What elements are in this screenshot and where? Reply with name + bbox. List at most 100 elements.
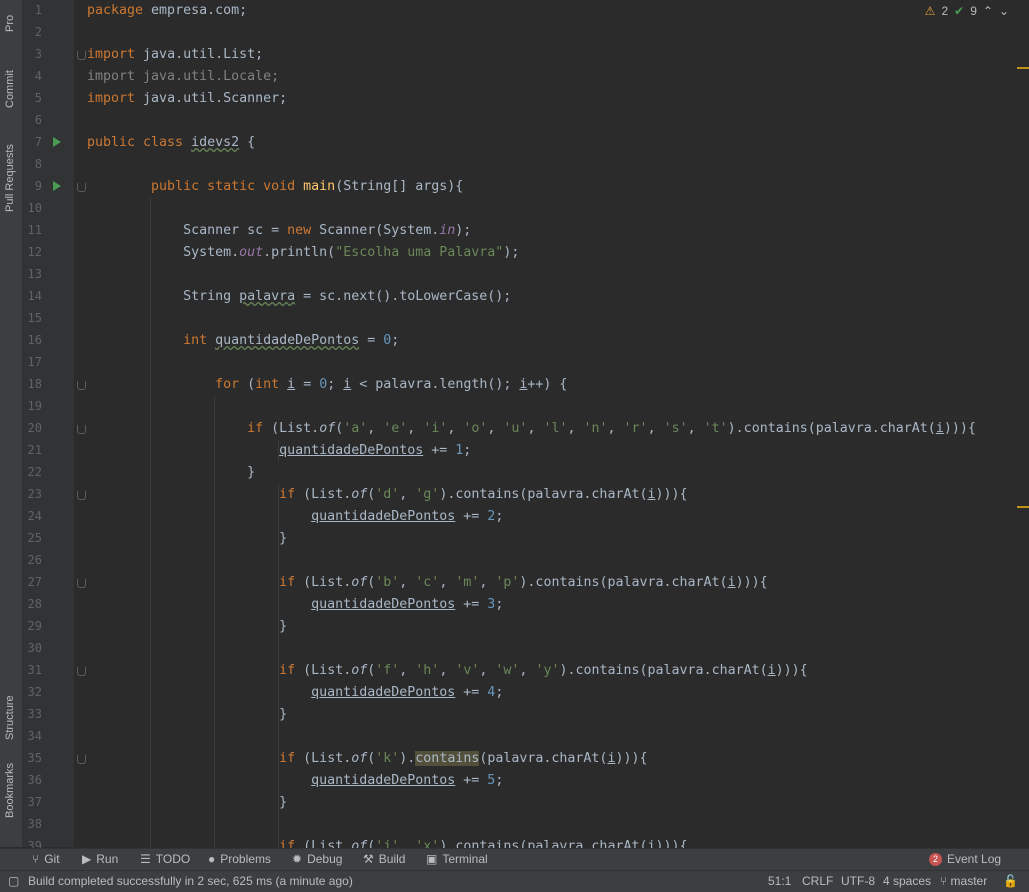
check-count: 9 [970,4,977,18]
line-number[interactable]: 26 [22,553,42,567]
code-line: } [87,531,288,546]
line-number[interactable]: 12 [22,245,42,259]
line-number[interactable]: 17 [22,355,42,369]
line-number[interactable]: 21 [22,443,42,457]
event-log-label: Event Log [947,852,1002,866]
line-number[interactable]: 22 [22,465,42,479]
build-tool-button[interactable]: ⚒ Build [363,852,405,866]
code-line: import java.util.Scanner; [87,91,288,106]
line-number[interactable]: 24 [22,509,42,523]
code-line: import java.util.List; [87,47,264,62]
chevron-down-icon[interactable]: ⌄ [999,4,1009,18]
line-number[interactable]: 10 [22,201,42,215]
line-number[interactable]: 20 [22,421,42,435]
fold-icon[interactable] [77,667,86,676]
status-message[interactable]: Build completed successfully in 2 sec, 6… [28,874,353,888]
line-number[interactable]: 34 [22,729,42,743]
code-line: if (List.of('k').contains(palavra.charAt… [279,751,648,766]
warning-marker[interactable] [1017,506,1029,508]
file-encoding[interactable]: UTF-8 [841,874,875,888]
run-tool-button[interactable]: ▶ Run [82,852,118,866]
branch-icon: ⑂ [940,874,948,888]
line-number[interactable]: 23 [22,487,42,501]
code-line: import java.util.Locale; [87,69,280,84]
git-branch-icon: ⑂ [32,852,40,866]
line-number[interactable]: 31 [22,663,42,677]
bookmarks-tab-label: Bookmarks [4,762,16,818]
line-number[interactable]: 1 [22,3,42,17]
code-line: if (List.of('f', 'h', 'v', 'w', 'y').con… [279,663,808,678]
problems-tool-button[interactable]: ● Problems [208,852,271,866]
line-number[interactable]: 5 [22,91,42,105]
code-line: } [87,795,288,810]
line-number[interactable]: 38 [22,817,42,831]
code-line: String palavra = sc.next().toLowerCase()… [87,289,512,304]
line-number[interactable]: 14 [22,289,42,303]
line-number[interactable]: 8 [22,157,42,171]
code-line: } [87,619,288,634]
code-line: quantidadeDePontos += 5; [311,773,504,788]
tool-window-bar: ⑂ Git ▶ Run ☰ TODO ● Problems ✹ Debug ⚒ … [0,848,1029,871]
fold-icon[interactable] [77,183,86,192]
chevron-up-icon[interactable]: ⌃ [983,4,993,18]
fold-icon[interactable] [77,491,86,500]
run-main-icon[interactable] [53,181,61,191]
line-number[interactable]: 2 [22,25,42,39]
vcs-branch[interactable]: ⑂ master [940,874,987,888]
panel-toggle-icon[interactable]: ▢ [8,874,19,888]
line-number[interactable]: 6 [22,113,42,127]
problems-label: Problems [220,852,271,866]
build-label: Build [378,852,406,866]
code-line: Scanner sc = new Scanner(System.in); [87,223,472,238]
debug-tool-button[interactable]: ✹ Debug [292,852,342,866]
warning-marker[interactable] [1017,67,1029,69]
todo-tool-button[interactable]: ☰ TODO [140,852,190,866]
fold-icon[interactable] [77,51,86,60]
line-number[interactable]: 27 [22,575,42,589]
line-number[interactable]: 25 [22,531,42,545]
commit-tab-label: Commit [4,70,16,108]
line-number[interactable]: 3 [22,47,42,61]
code-line: quantidadeDePontos += 1; [279,443,472,458]
event-log-button[interactable]: 2 Event Log [929,852,1001,866]
terminal-tool-button[interactable]: ▣ Terminal [426,852,488,866]
run-class-icon[interactable] [53,137,61,147]
fold-icon[interactable] [77,755,86,764]
code-line: if (List.of('d', 'g').contains(palavra.c… [279,487,688,502]
git-tool-button[interactable]: ⑂ Git [32,852,60,866]
line-number[interactable]: 4 [22,69,42,83]
line-number[interactable]: 36 [22,773,42,787]
line-number[interactable]: 11 [22,223,42,237]
line-number[interactable]: 33 [22,707,42,721]
line-number[interactable]: 15 [22,311,42,325]
line-number[interactable]: 19 [22,399,42,413]
indent-setting[interactable]: 4 spaces [883,874,931,888]
code-line: System.out.println("Escolha uma Palavra"… [87,245,520,260]
line-number[interactable]: 18 [22,377,42,391]
left-tool-strip: Pro Commit Pull Requests Structure Bookm… [0,0,23,847]
caret-position[interactable]: 51:1 [768,874,791,888]
error-stripe[interactable] [1017,22,1029,847]
lock-icon[interactable]: 🔓 [1003,874,1018,888]
inspection-widget[interactable]: ⚠ 2 ✔ 9 ⌃ ⌄ [925,4,1009,18]
line-number[interactable]: 35 [22,751,42,765]
line-number[interactable]: 7 [22,135,42,149]
terminal-label: Terminal [442,852,488,866]
check-icon: ✔ [954,4,965,18]
line-separator[interactable]: CRLF [802,874,833,888]
line-number[interactable]: 37 [22,795,42,809]
line-number[interactable]: 16 [22,333,42,347]
fold-icon[interactable] [77,579,86,588]
line-number[interactable]: 29 [22,619,42,633]
code-editor[interactable]: package empresa.com; import java.util.Li… [87,0,1017,854]
line-number[interactable]: 30 [22,641,42,655]
fold-icon[interactable] [77,381,86,390]
run-label: Run [96,852,119,866]
line-number[interactable]: 32 [22,685,42,699]
line-number[interactable]: 13 [22,267,42,281]
bug-icon: ✹ [292,852,303,866]
line-number[interactable]: 28 [22,597,42,611]
fold-icon[interactable] [77,425,86,434]
line-number[interactable]: 9 [22,179,42,193]
warning-count: 2 [941,4,949,18]
